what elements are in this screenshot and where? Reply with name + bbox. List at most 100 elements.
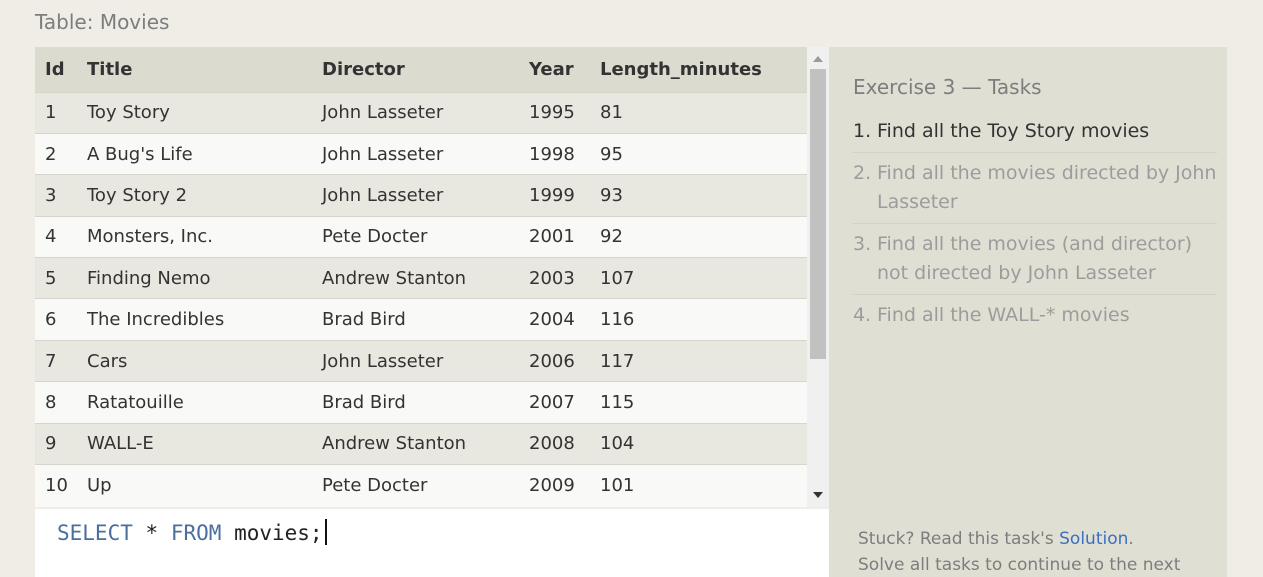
cell-director: John Lasseter	[322, 184, 444, 206]
table-header-row: Id Title Director Year Length_minutes	[35, 47, 807, 92]
column-header-title: Title	[87, 58, 133, 80]
cell-length: 81	[600, 102, 623, 124]
cell-director: Andrew Stanton	[322, 267, 467, 289]
column-header-year: Year	[529, 58, 574, 80]
task-item-1[interactable]: 1. Find all the Toy Story movies	[853, 117, 1217, 153]
cell-year: 2007	[529, 391, 575, 413]
table-row: 8 Ratatouille Brad Bird 2007 115	[35, 381, 807, 424]
continue-text: Solve all tasks to continue to the next	[858, 555, 1181, 575]
task-number: 4.	[853, 304, 872, 326]
cell-id: 6	[45, 309, 57, 331]
table-row: 3 Toy Story 2 John Lasseter 1999 93	[35, 174, 807, 217]
table-row: 10 Up Pete Docter 2009 101	[35, 464, 807, 506]
sql-star: *	[145, 521, 159, 545]
table-row: 1 Toy Story John Lasseter 1995 81	[35, 92, 807, 134]
cell-title: Cars	[87, 350, 128, 372]
cell-director: Brad Bird	[322, 391, 406, 413]
cell-director: Pete Docter	[322, 474, 428, 496]
cell-length: 117	[600, 350, 635, 372]
cell-director: John Lasseter	[322, 102, 444, 124]
cell-year: 2004	[529, 309, 575, 331]
task-item-2[interactable]: 2. Find all the movies directed by John L…	[853, 153, 1217, 224]
tasks-panel: Exercise 3 — Tasks 1. Find all the Toy St…	[829, 47, 1227, 577]
sql-keyword-from: FROM	[170, 521, 222, 545]
task-number: 1.	[853, 120, 872, 142]
cell-length: 104	[600, 433, 635, 455]
cell-year: 2008	[529, 433, 575, 455]
cell-length: 107	[600, 267, 635, 289]
cell-title: The Incredibles	[87, 309, 225, 331]
column-header-director: Director	[322, 58, 405, 80]
tasks-title: Exercise 3 — Tasks	[853, 75, 1042, 99]
stuck-period: .	[1128, 529, 1134, 549]
cell-director: John Lasseter	[322, 350, 444, 372]
sql-editor[interactable]: SELECT * FROM movies;	[35, 509, 829, 577]
scrollbar-thumb[interactable]	[810, 69, 826, 359]
results-table: Id Title Director Year Length_minutes 1 T…	[35, 47, 807, 506]
cell-id: 1	[45, 102, 57, 124]
task-item-4[interactable]: 4. Find all the WALL-* movies	[853, 295, 1217, 336]
task-item-3[interactable]: 3. Find all the movies (and director) not…	[853, 224, 1217, 295]
cell-id: 2	[45, 143, 57, 165]
cell-id: 9	[45, 433, 57, 455]
cell-title: WALL-E	[87, 433, 154, 455]
stuck-line: Stuck? Read this task's Solution.	[858, 526, 1180, 552]
table-row: 9 WALL-E Andrew Stanton 2008 104	[35, 423, 807, 465]
sql-keyword-select: SELECT	[57, 521, 133, 545]
cell-title: Finding Nemo	[87, 267, 211, 289]
cell-year: 2001	[529, 226, 575, 248]
text-cursor	[324, 519, 327, 545]
cell-title: Toy Story	[87, 102, 170, 124]
cell-year: 2006	[529, 350, 575, 372]
task-number: 2.	[853, 162, 872, 184]
cell-year: 2003	[529, 267, 575, 289]
table-row: 2 A Bug's Life John Lasseter 1998 95	[35, 133, 807, 175]
results-scrollbar[interactable]	[807, 47, 829, 507]
cell-director: Andrew Stanton	[322, 433, 467, 455]
cell-id: 7	[45, 350, 57, 372]
cell-length: 95	[600, 143, 623, 165]
cell-year: 1995	[529, 102, 575, 124]
task-text: Find all the movies directed by John Las…	[877, 162, 1217, 213]
task-text: Find all the Toy Story movies	[877, 120, 1150, 142]
cell-length: 92	[600, 226, 623, 248]
cell-year: 1999	[529, 184, 575, 206]
table-row: 5 Finding Nemo Andrew Stanton 2003 107	[35, 257, 807, 299]
cell-id: 3	[45, 184, 57, 206]
cell-year: 2009	[529, 474, 575, 496]
cell-year: 1998	[529, 143, 575, 165]
table-label: Table: Movies	[35, 10, 170, 34]
cell-length: 115	[600, 391, 635, 413]
footer-help: Stuck? Read this task's Solution. Solve …	[858, 526, 1180, 577]
cell-title: A Bug's Life	[87, 143, 193, 165]
cell-title: Toy Story 2	[87, 184, 188, 206]
cell-length: 101	[600, 474, 635, 496]
table-row: 6 The Incredibles Brad Bird 2004 116	[35, 298, 807, 341]
cell-id: 10	[45, 474, 68, 496]
cell-director: John Lasseter	[322, 143, 444, 165]
cell-director: Brad Bird	[322, 309, 406, 331]
cell-id: 8	[45, 391, 57, 413]
sql-table-name: movies;	[234, 521, 323, 545]
cell-id: 5	[45, 267, 57, 289]
cell-id: 4	[45, 226, 57, 248]
table-row: 4 Monsters, Inc. Pete Docter 2001 92	[35, 216, 807, 258]
column-header-id: Id	[45, 58, 65, 80]
cell-director: Pete Docter	[322, 226, 428, 248]
task-number: 3.	[853, 233, 872, 255]
cell-length: 116	[600, 309, 635, 331]
solution-link[interactable]: Solution	[1059, 529, 1128, 549]
scroll-down-arrow-icon[interactable]	[813, 492, 823, 498]
cell-title: Up	[87, 474, 112, 496]
table-row: 7 Cars John Lasseter 2006 117	[35, 340, 807, 382]
stuck-text: Stuck? Read this task's	[858, 529, 1060, 549]
scroll-up-arrow-icon[interactable]	[813, 56, 823, 62]
cell-title: Ratatouille	[87, 391, 184, 413]
task-list: 1. Find all the Toy Story movies 2. Find al…	[853, 117, 1217, 336]
task-text: Find all the movies (and director) not d…	[877, 233, 1193, 284]
task-text: Find all the WALL-* movies	[877, 304, 1130, 326]
cell-title: Monsters, Inc.	[87, 226, 214, 248]
cell-length: 93	[600, 184, 623, 206]
column-header-length: Length_minutes	[600, 58, 762, 80]
results-table-container: Id Title Director Year Length_minutes 1 T…	[35, 47, 829, 507]
